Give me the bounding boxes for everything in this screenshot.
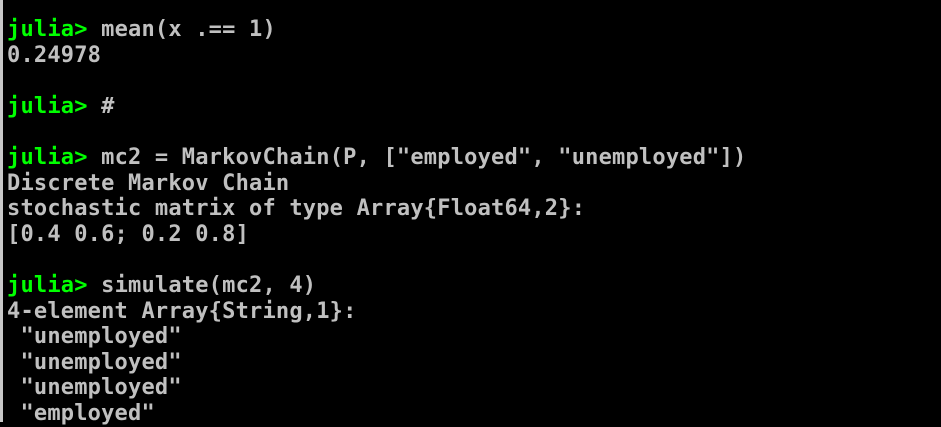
output-line: "unemployed" [7, 349, 182, 375]
command-text: # [101, 93, 115, 119]
julia-prompt: julia> [7, 144, 88, 170]
output-line: stochastic matrix of type Array{Float64,… [7, 196, 586, 222]
output-line: "unemployed" [7, 324, 182, 350]
output-line: 0.24978 [7, 42, 102, 68]
output-line: [0.4 0.6; 0.2 0.8] [7, 221, 250, 247]
input-line: julia> # [7, 94, 941, 120]
output-line: 4-element Array{String,1}: [7, 298, 357, 324]
output-line: Discrete Markov Chain [7, 170, 290, 196]
input-line: julia> simulate(mc2, 4) [7, 273, 941, 299]
output-line: "unemployed" [7, 375, 182, 401]
command-text: mean(x .== 1) [101, 17, 276, 42]
input-line: julia> mc2 = MarkovChain(P, ["employed",… [7, 145, 941, 171]
command-text: simulate(mc2, 4) [101, 272, 317, 298]
julia-prompt: julia> [7, 272, 88, 298]
julia-prompt: julia> [7, 17, 88, 42]
input-line: julia> mean(x .== 1) [7, 17, 941, 43]
julia-prompt: julia> [7, 93, 88, 119]
output-line: "employed" [7, 400, 155, 426]
terminal-window[interactable]: julia> mean(x .== 1) 0.24978 julia> # ju… [0, 0, 941, 426]
command-text: mc2 = MarkovChain(P, ["employed", "unemp… [101, 144, 747, 170]
